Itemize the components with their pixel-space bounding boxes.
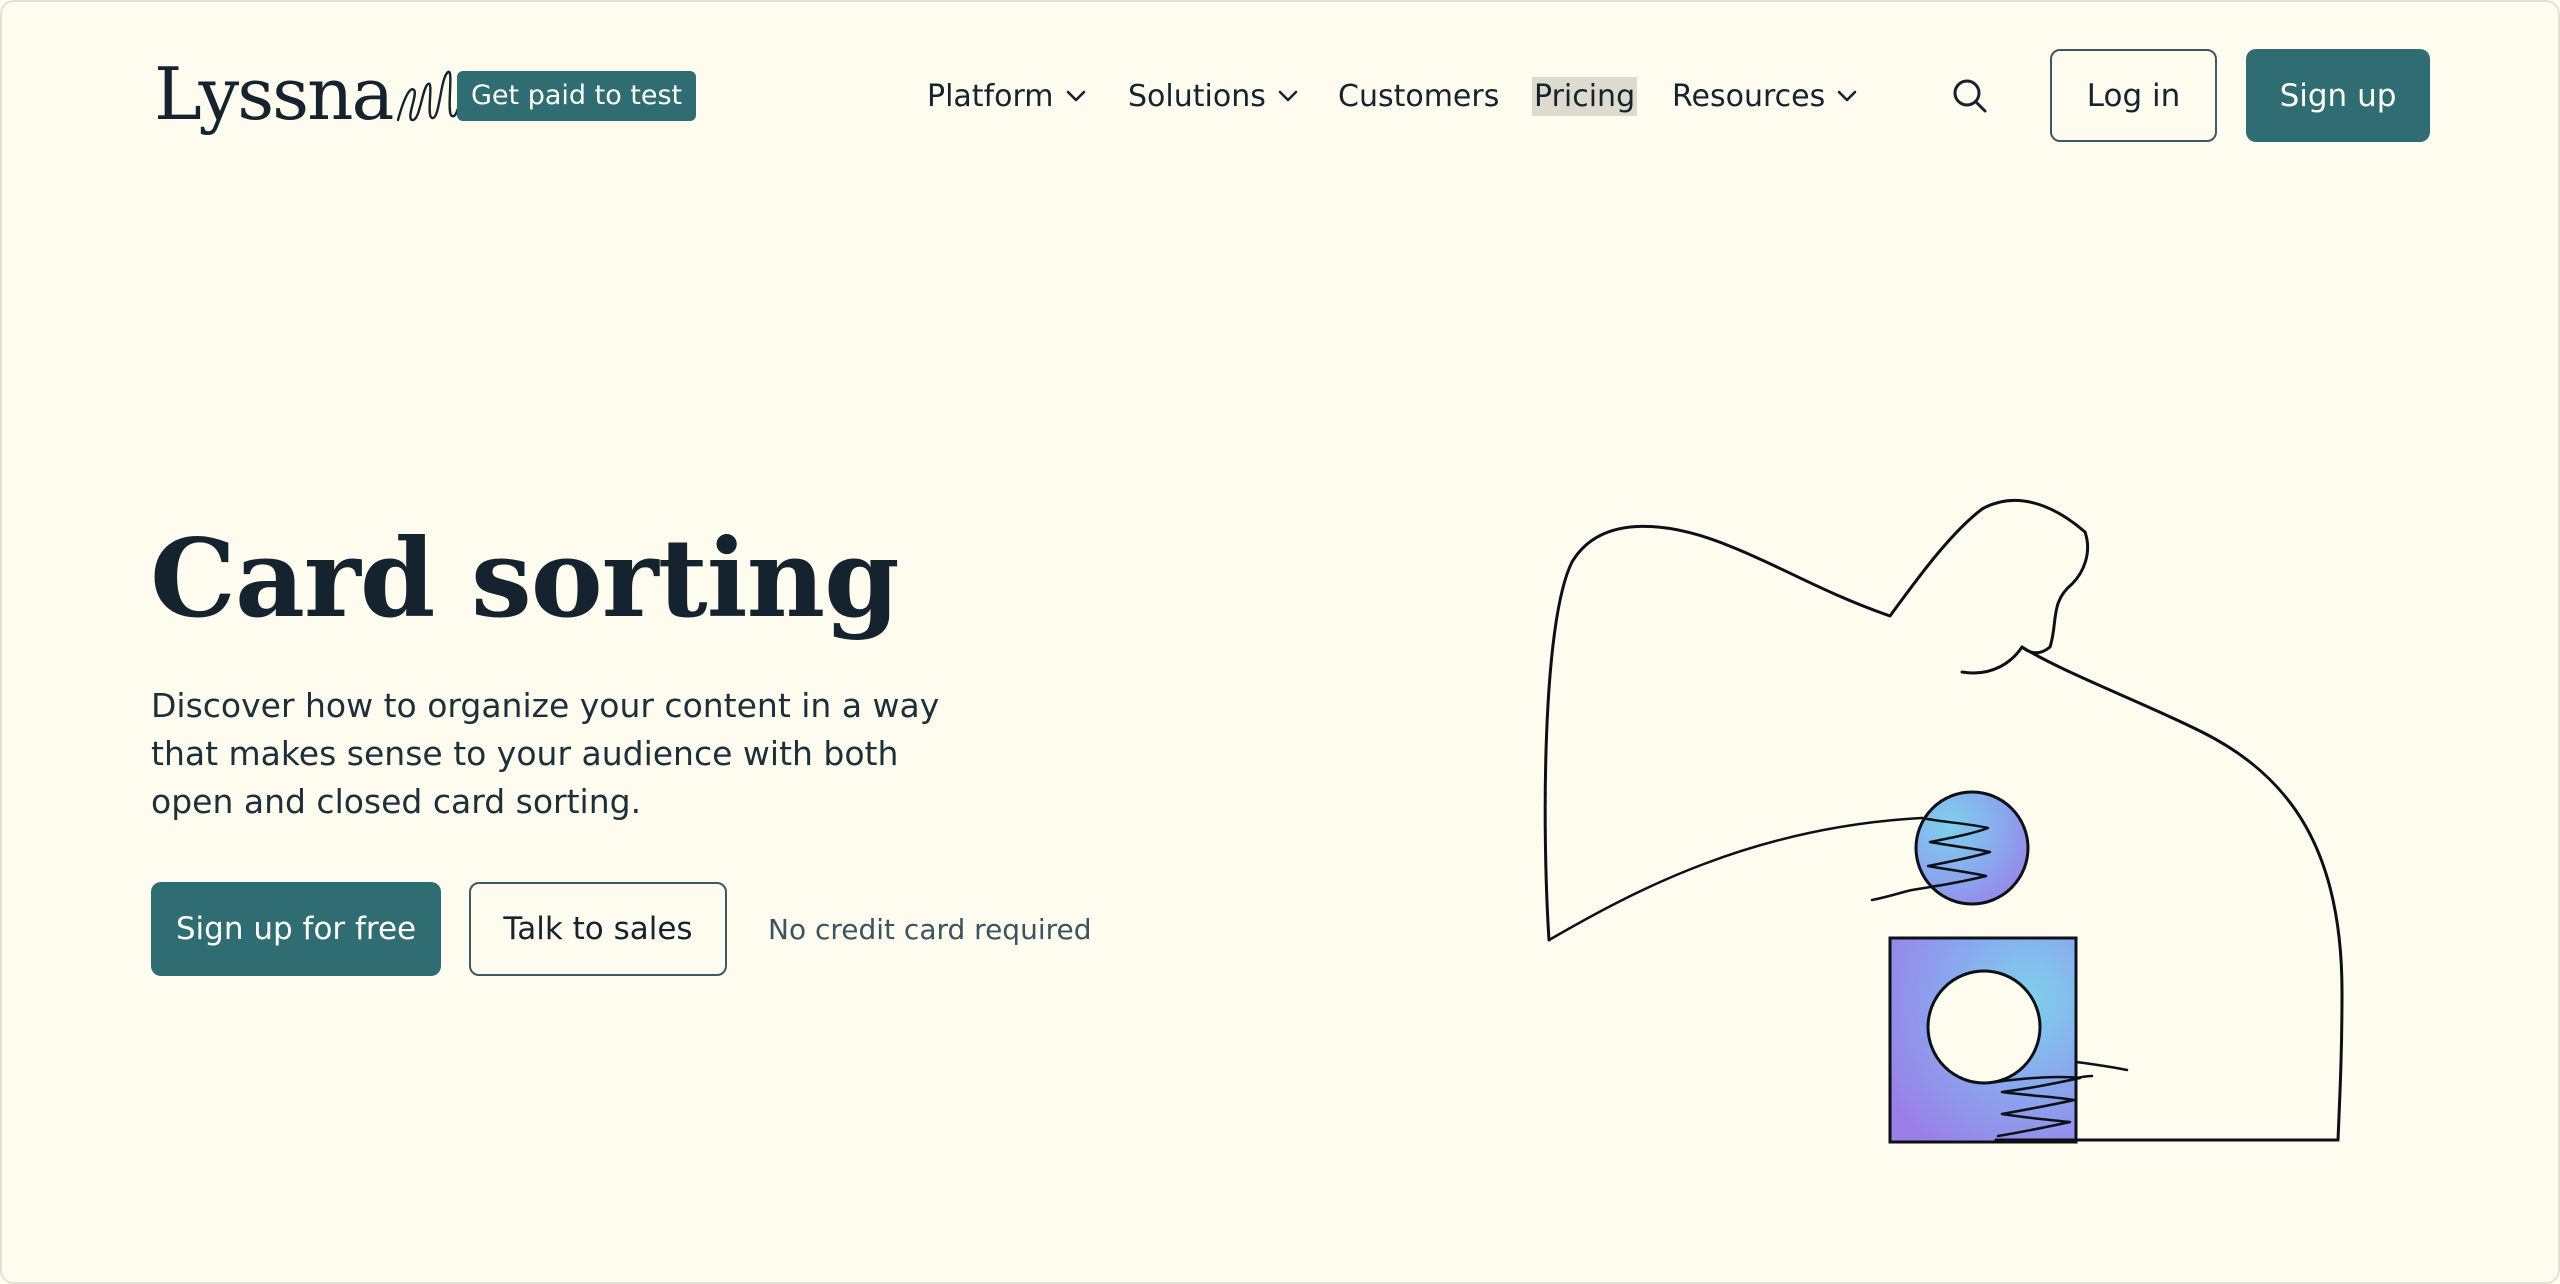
talk-to-sales-button[interactable]: Talk to sales — [469, 882, 727, 976]
nav-resources[interactable]: Resources — [1672, 68, 1857, 124]
signup-button[interactable]: Sign up — [2246, 49, 2430, 142]
nav-solutions[interactable]: Solutions — [1128, 68, 1298, 124]
login-button[interactable]: Log in — [2050, 49, 2217, 142]
site-header: Lyssna Get paid to test Platform Solutio… — [2, 2, 2558, 190]
page-title: Card sorting — [150, 516, 900, 642]
logo-swirl-icon — [397, 70, 462, 122]
search-button[interactable] — [1950, 76, 1990, 116]
search-icon — [1953, 79, 1987, 113]
nav-label: Pricing — [1532, 76, 1638, 116]
nav-label: Platform — [927, 78, 1054, 114]
logo-wordmark: Lyssna — [154, 52, 394, 136]
chevron-down-icon — [1278, 90, 1298, 102]
card-sorting-illustration — [1543, 499, 2344, 1144]
nav-label: Resources — [1672, 78, 1826, 114]
nav-customers[interactable]: Customers — [1338, 68, 1499, 124]
nav-platform[interactable]: Platform — [927, 68, 1086, 124]
lyssna-logo[interactable]: Lyssna — [154, 54, 464, 134]
chevron-down-icon — [1066, 90, 1085, 102]
nav-pricing[interactable]: Pricing — [1532, 68, 1638, 124]
nav-label: Solutions — [1128, 78, 1266, 114]
get-paid-badge[interactable]: Get paid to test — [457, 71, 697, 121]
chevron-down-icon — [1837, 90, 1857, 102]
page-frame: Lyssna Get paid to test Platform Solutio… — [0, 0, 2560, 1284]
no-credit-card-note: No credit card required — [768, 913, 1092, 946]
hero-description: Discover how to organize your content in… — [151, 686, 940, 821]
signup-free-button[interactable]: Sign up for free — [151, 882, 441, 976]
nav-label: Customers — [1338, 78, 1500, 114]
